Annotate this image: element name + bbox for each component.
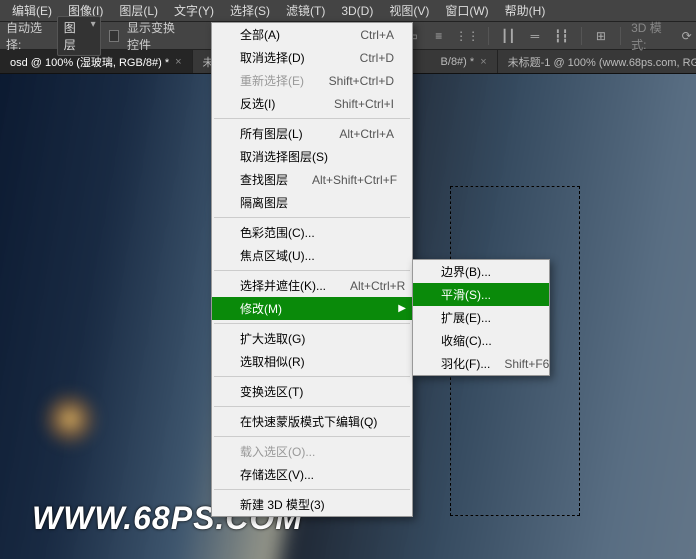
menu-item-shortcut: Shift+Ctrl+D: [329, 74, 394, 88]
submenu-item-label: 收缩(C)...: [441, 332, 535, 349]
submenu-item-label: 扩展(E)...: [441, 309, 535, 326]
menu-item-label: 选择并遮住(K)...: [240, 277, 326, 294]
light-glow: [40, 389, 100, 449]
close-icon[interactable]: ×: [175, 56, 181, 68]
submenu-item-label: 羽化(F)...: [441, 355, 490, 372]
menu-separator: [214, 489, 410, 490]
submenu-item[interactable]: 平滑(S)...: [413, 283, 549, 306]
menubar: 编辑(E) 图像(I) 图层(L) 文字(Y) 选择(S) 滤镜(T) 3D(D…: [0, 0, 696, 22]
align-extra-icon[interactable]: ⊞: [592, 26, 611, 46]
menu-item-label: 隔离图层: [240, 194, 394, 211]
submenu-item-label: 平滑(S)...: [441, 286, 535, 303]
show-transform-label: 显示变换控件: [127, 19, 187, 53]
menu-item[interactable]: 隔离图层: [212, 191, 412, 214]
menu-item[interactable]: 取消选择图层(S): [212, 145, 412, 168]
menu-item-label: 修改(M): [240, 300, 394, 317]
submenu-item[interactable]: 收缩(C)...: [413, 329, 549, 352]
menu-separator: [214, 118, 410, 119]
menu-item-shortcut: Alt+Shift+Ctrl+F: [312, 173, 397, 187]
submenu-arrow-icon: ▶: [398, 303, 406, 314]
menu-item[interactable]: 查找图层 Alt+Shift+Ctrl+F: [212, 168, 412, 191]
menu-separator: [214, 217, 410, 218]
mode-3d-icon[interactable]: ⟳: [677, 26, 696, 46]
menu-item-label: 取消选择(D): [240, 49, 336, 66]
distribute-icon-3[interactable]: ┇┇: [552, 26, 571, 46]
menu-item-label: 焦点区域(U)...: [240, 247, 394, 264]
menu-item[interactable]: 选择并遮住(K)... Alt+Ctrl+R: [212, 274, 412, 297]
menu-item[interactable]: 存储选区(V)...: [212, 463, 412, 486]
toolbar-separator-2: [581, 27, 582, 45]
submenu-item[interactable]: 羽化(F)... Shift+F6: [413, 352, 549, 375]
submenu-item-shortcut: Shift+F6: [504, 357, 549, 371]
menu-item[interactable]: 焦点区域(U)...: [212, 244, 412, 267]
menu-item-shortcut: Ctrl+A: [360, 28, 394, 42]
menu-item[interactable]: 反选(I) Shift+Ctrl+I: [212, 92, 412, 115]
menu-separator: [214, 270, 410, 271]
toolbar-separator: [488, 27, 489, 45]
menu-item-label: 查找图层: [240, 171, 288, 188]
distribute-icon-2[interactable]: ═: [526, 26, 545, 46]
menu-item-label: 选取相似(R): [240, 353, 394, 370]
menu-separator: [214, 376, 410, 377]
tab-label: 未标题-1 @ 100% (www.68ps.com, RGB/8#: [508, 54, 696, 70]
menu-separator: [214, 436, 410, 437]
menu-item-label: 所有图层(L): [240, 125, 315, 142]
menu-view[interactable]: 视图(V): [381, 0, 437, 22]
menu-item: 载入选区(O)...: [212, 440, 412, 463]
menu-item-shortcut: Alt+Ctrl+A: [339, 127, 394, 141]
menu-item-label: 存储选区(V)...: [240, 466, 394, 483]
tab-document-3[interactable]: 未标题-1 @ 100% (www.68ps.com, RGB/8#: [498, 50, 696, 73]
auto-select-label: 自动选择:: [6, 19, 49, 53]
menu-item[interactable]: 所有图层(L) Alt+Ctrl+A: [212, 122, 412, 145]
menu-item[interactable]: 扩大选取(G): [212, 327, 412, 350]
mode-3d-label: 3D 模式:: [631, 19, 669, 53]
menu-item[interactable]: 在快速蒙版模式下编辑(Q): [212, 410, 412, 433]
menu-help[interactable]: 帮助(H): [497, 0, 554, 22]
menu-item[interactable]: 色彩范围(C)...: [212, 221, 412, 244]
menu-item-label: 载入选区(O)...: [240, 443, 394, 460]
menu-item[interactable]: 新建 3D 模型(3): [212, 493, 412, 516]
auto-select-dropdown[interactable]: 图层: [57, 16, 101, 56]
menu-item-label: 色彩范围(C)...: [240, 224, 394, 241]
submenu-item[interactable]: 边界(B)...: [413, 260, 549, 283]
menu-item-label: 取消选择图层(S): [240, 148, 394, 165]
menu-item-label: 反选(I): [240, 95, 310, 112]
menu-select[interactable]: 选择(S): [222, 0, 278, 22]
menu-item-label: 新建 3D 模型(3): [240, 496, 394, 513]
menu-item-label: 在快速蒙版模式下编辑(Q): [240, 413, 394, 430]
menu-item[interactable]: 修改(M) ▶: [212, 297, 412, 320]
menu-item: 重新选择(E) Shift+Ctrl+D: [212, 69, 412, 92]
align-icon-2[interactable]: ≡: [429, 26, 448, 46]
menu-item[interactable]: 取消选择(D) Ctrl+D: [212, 46, 412, 69]
menu-item[interactable]: 全部(A) Ctrl+A: [212, 23, 412, 46]
menu-3d[interactable]: 3D(D): [333, 0, 381, 22]
menu-item-label: 扩大选取(G): [240, 330, 394, 347]
select-menu-dropdown: 全部(A) Ctrl+A 取消选择(D) Ctrl+D 重新选择(E) Shift+Ctr…: [211, 22, 413, 517]
menu-separator: [214, 406, 410, 407]
menu-separator: [214, 323, 410, 324]
submenu-item-label: 边界(B)...: [441, 263, 535, 280]
tab-label: osd @ 100% (湿玻璃, RGB/8#) *: [10, 54, 169, 70]
distribute-icon-1[interactable]: ┃┃: [499, 26, 518, 46]
menu-item[interactable]: 变换选区(T): [212, 380, 412, 403]
close-icon[interactable]: ×: [480, 56, 486, 68]
menu-filter[interactable]: 滤镜(T): [278, 0, 333, 22]
toolbar-separator-3: [620, 27, 621, 45]
menu-item-shortcut: Shift+Ctrl+I: [334, 97, 394, 111]
show-transform-checkbox[interactable]: [109, 30, 119, 42]
menu-item-label: 变换选区(T): [240, 383, 394, 400]
menu-item-label: 全部(A): [240, 26, 336, 43]
tab-label-trunc-right: B/8#) *: [441, 56, 475, 68]
modify-submenu: 边界(B)... 平滑(S)... 扩展(E)... 收缩(C)... 羽化(F)...…: [412, 259, 550, 376]
menu-item[interactable]: 选取相似(R): [212, 350, 412, 373]
tab-document-2-right[interactable]: B/8#) * ×: [431, 50, 498, 73]
menu-window[interactable]: 窗口(W): [437, 0, 496, 22]
menu-item-shortcut: Ctrl+D: [360, 51, 394, 65]
submenu-item[interactable]: 扩展(E)...: [413, 306, 549, 329]
menu-item-label: 重新选择(E): [240, 72, 305, 89]
align-icon-3[interactable]: ⋮⋮: [456, 26, 478, 46]
menu-item-shortcut: Alt+Ctrl+R: [350, 279, 405, 293]
